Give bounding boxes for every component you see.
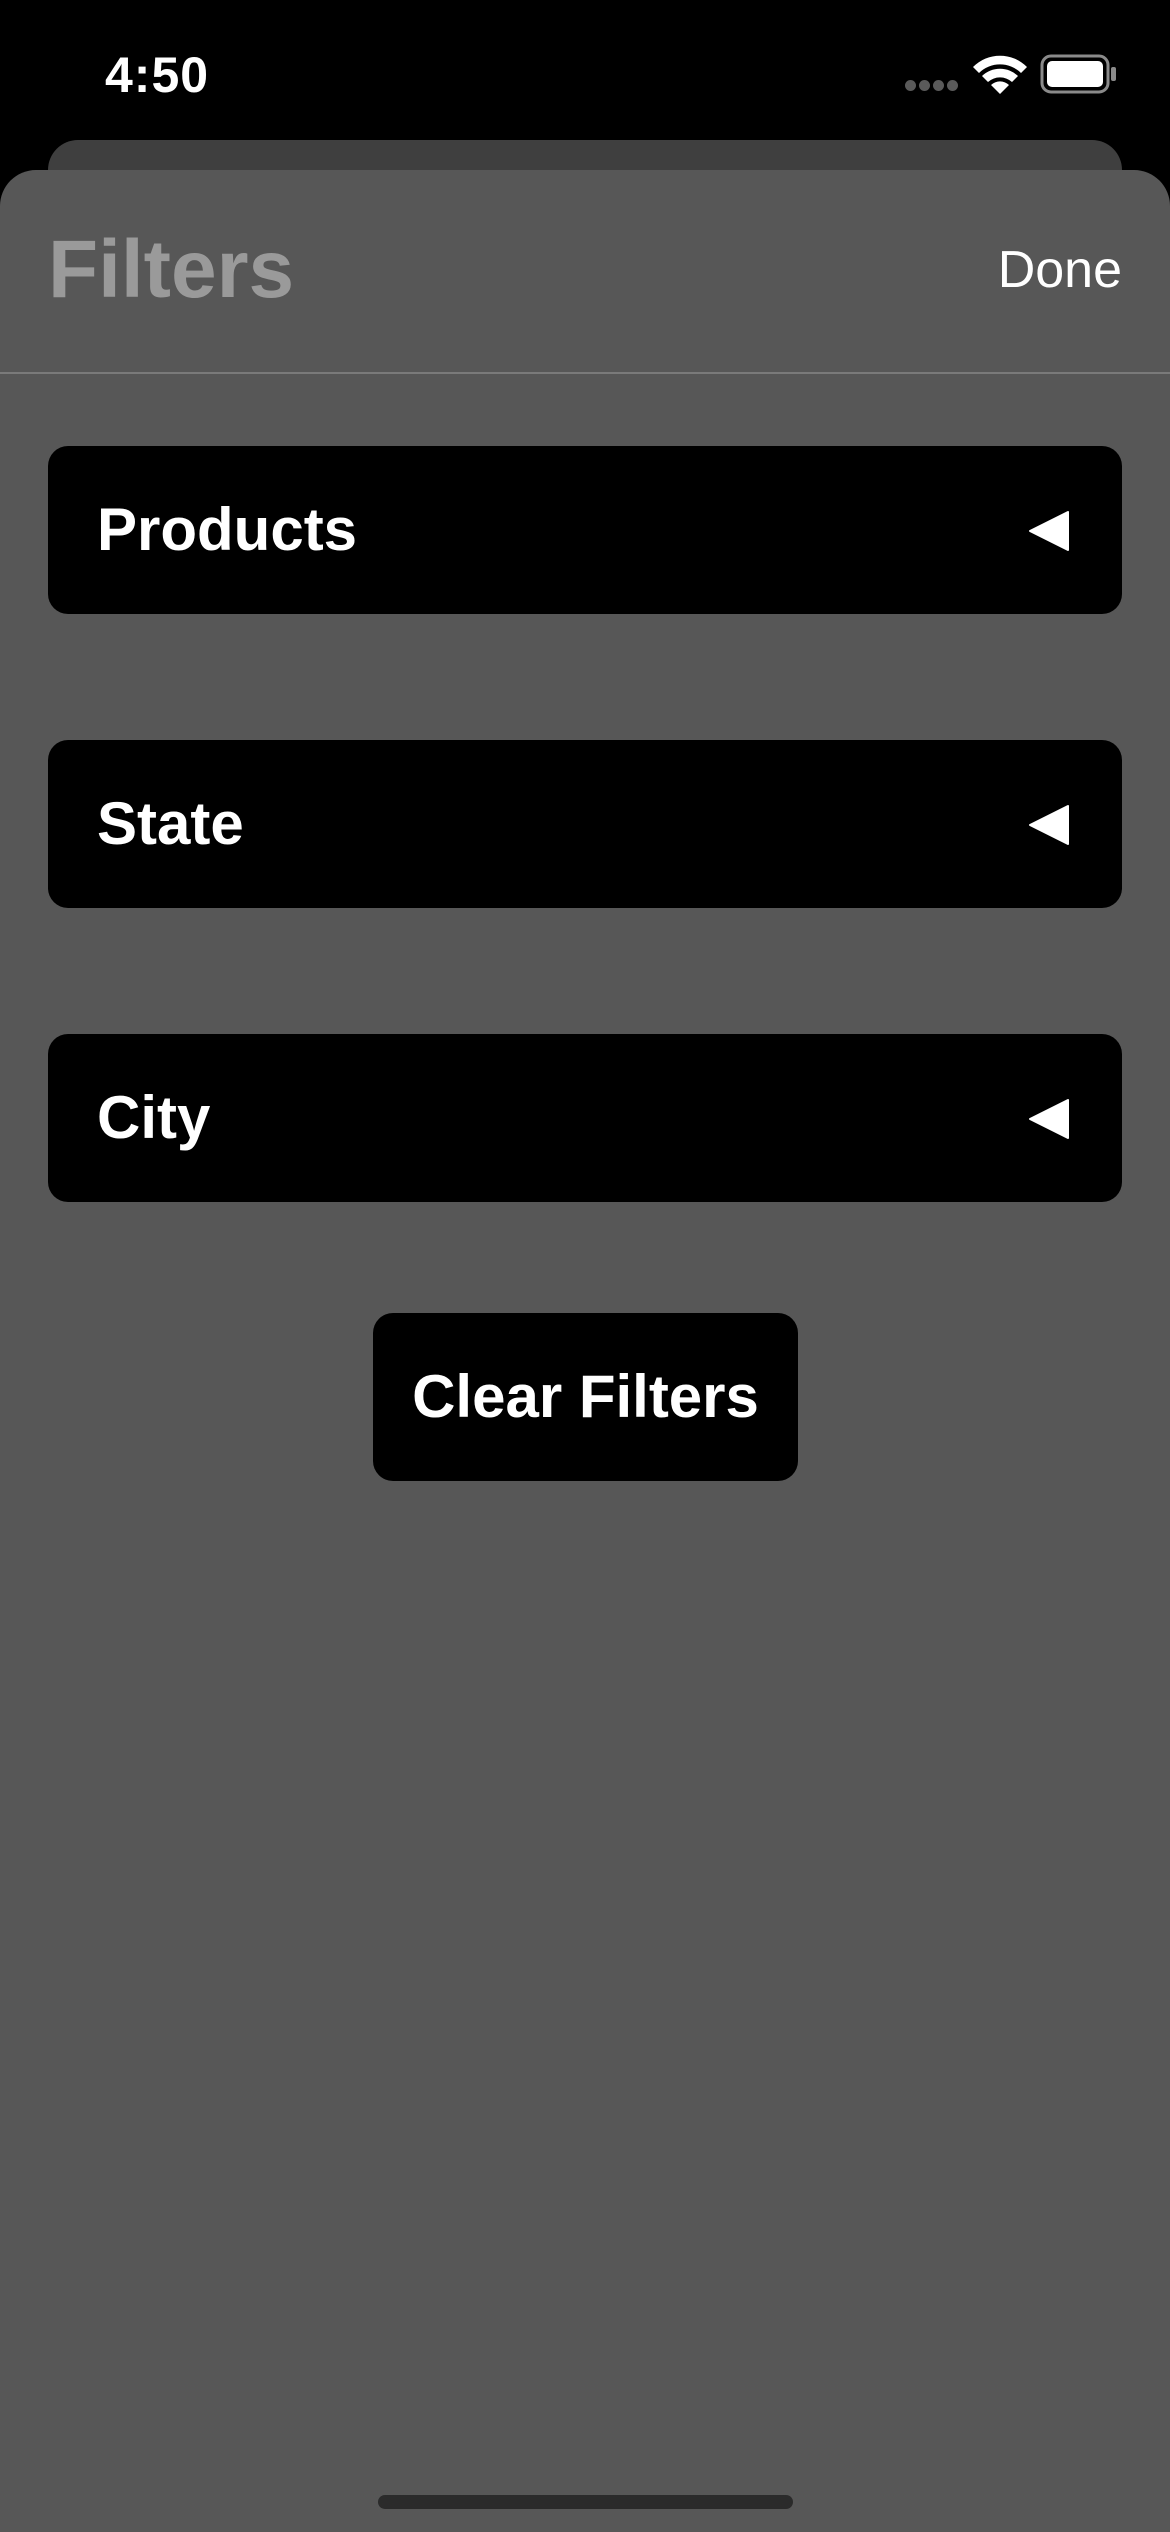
done-button[interactable]: Done — [998, 235, 1122, 305]
status-time: 4:50 — [105, 47, 210, 103]
sheet-title: Filters — [48, 224, 295, 315]
triangle-left-icon — [1029, 1099, 1069, 1139]
filter-label: State — [97, 790, 244, 857]
triangle-left-icon — [1029, 805, 1069, 845]
filter-row-city[interactable]: City — [48, 1034, 1122, 1202]
triangle-left-icon — [1029, 511, 1069, 551]
battery-icon — [1040, 54, 1116, 94]
status-bar: 4:50 — [0, 0, 1170, 140]
filters-sheet: Filters Done Products State City Clear F… — [0, 170, 1170, 2532]
filter-label: Products — [97, 496, 358, 563]
home-indicator — [378, 2495, 793, 2509]
wifi-icon — [973, 55, 1027, 94]
cellular-signal-icon — [905, 80, 959, 92]
filter-row-state[interactable]: State — [48, 740, 1122, 908]
filter-row-products[interactable]: Products — [48, 446, 1122, 614]
clear-filters-button[interactable]: Clear Filters — [373, 1313, 798, 1481]
header-divider — [0, 372, 1170, 374]
filter-label: City — [97, 1084, 211, 1151]
